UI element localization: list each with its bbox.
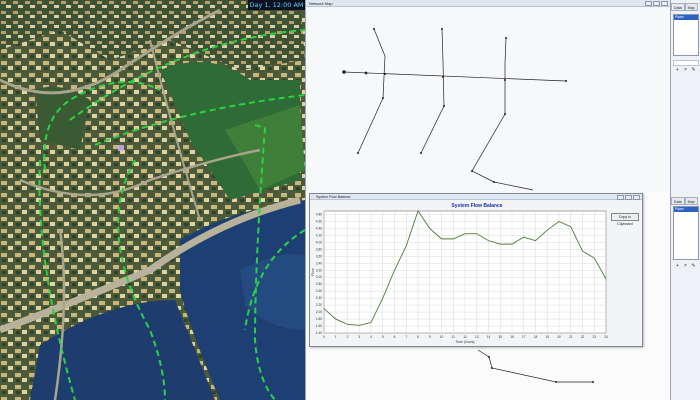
x-axis-label: Time (hours) — [455, 340, 474, 344]
junction-node — [382, 97, 384, 99]
junction-node — [471, 170, 473, 172]
copy-to-clipboard-button[interactable]: Copy to Clipboard — [611, 213, 639, 226]
add-icon[interactable]: + — [675, 264, 680, 269]
flow-balance-window[interactable]: System Flow Balance 0 1 2 3 4 5 6 7 8 9 10 11 12 13 14… — [309, 193, 643, 347]
x-tick-label: 22 — [581, 335, 585, 339]
junction-node — [373, 28, 375, 30]
y-tick-label: 4.00 — [316, 240, 322, 244]
y-tick-label: 2.60 — [316, 289, 322, 293]
y-tick-label: 3.40 — [316, 261, 322, 265]
y-axis-label: Flow — [311, 268, 315, 276]
browser-tabs: Data Map — [671, 3, 700, 11]
x-tick-label: 14 — [487, 335, 491, 339]
item-list[interactable] — [673, 60, 699, 66]
y-tick-label: 3.60 — [316, 254, 322, 258]
y-tick-label: 2.00 — [316, 310, 322, 314]
x-tick-label: 7 — [405, 335, 407, 339]
aerial-map[interactable]: Day 1, 12:00 AM — [0, 0, 305, 400]
x-tick-label: 8 — [417, 335, 419, 339]
x-tick-label: 1 — [335, 335, 337, 339]
delete-icon[interactable]: × — [683, 264, 688, 269]
x-tick-label: 6 — [394, 335, 396, 339]
y-tick-label: 4.40 — [316, 226, 322, 230]
x-tick-label: 10 — [440, 335, 444, 339]
y-tick-label: 3.80 — [316, 247, 322, 251]
network-map-window[interactable]: Network Map — [305, 0, 670, 192]
junction-node — [555, 381, 557, 383]
tab-data-lower[interactable]: Data — [671, 197, 685, 205]
junction-node — [504, 79, 506, 81]
tab-map-lower[interactable]: Map — [684, 197, 698, 205]
tab-data[interactable]: Data — [671, 3, 685, 11]
junction-node — [364, 71, 368, 75]
x-tick-label: 17 — [522, 335, 526, 339]
y-tick-label: 2.40 — [316, 296, 322, 300]
x-tick-label: 19 — [545, 335, 549, 339]
object-list[interactable]: Pipes — [673, 14, 699, 56]
y-tick-label: 1.60 — [316, 324, 322, 328]
flow-balance-chart: 0 1 2 3 4 5 6 7 8 9 10 11 12 13 14 15 16 17 18 19 20 21 22 23 24… — [311, 209, 608, 344]
junction-node — [357, 152, 359, 154]
junction-node — [493, 181, 495, 183]
y-tick-label: 4.80 — [316, 212, 322, 216]
x-tick-label: 18 — [534, 335, 538, 339]
junction-node — [505, 37, 507, 39]
reservoir-node — [342, 70, 346, 74]
tab-map[interactable]: Map — [684, 3, 698, 11]
junction-node — [491, 367, 493, 369]
x-tick-label: 12 — [463, 335, 467, 339]
aerial-map-image — [0, 0, 305, 400]
junction-node — [384, 73, 386, 75]
x-tick-label: 5 — [382, 335, 384, 339]
x-tick-label: 4 — [370, 335, 372, 339]
x-tick-label: 23 — [592, 335, 596, 339]
list-item[interactable] — [674, 220, 698, 224]
x-tick-label: 20 — [557, 335, 561, 339]
x-tick-label: 0 — [323, 335, 325, 339]
junction-node — [420, 152, 422, 154]
junction-node — [488, 356, 490, 358]
y-tick-label: 3.20 — [316, 268, 322, 272]
browser-tabs-lower: Data Map — [671, 197, 698, 205]
chart-title: System Flow Balance — [451, 203, 503, 209]
app-root: Day 1, 12:00 AM Network Map System Flow … — [0, 0, 700, 400]
y-tick-label: 1.80 — [316, 317, 322, 321]
x-tick-label: 13 — [475, 335, 479, 339]
list-item[interactable] — [674, 32, 698, 36]
junction-node — [565, 80, 567, 82]
y-tick-label: 2.80 — [316, 282, 322, 286]
y-tick-label: 1.40 — [316, 331, 322, 335]
network-map-canvas[interactable] — [306, 0, 671, 192]
junction-node — [441, 28, 443, 30]
add-icon[interactable]: + — [675, 68, 680, 73]
delete-icon[interactable]: × — [683, 68, 688, 73]
y-tick-label: 4.20 — [316, 233, 322, 237]
x-tick-label: 11 — [452, 335, 456, 339]
junction-node — [592, 381, 594, 383]
object-list-lower[interactable]: Pipes — [673, 206, 699, 260]
edit-icon[interactable]: ✎ — [691, 264, 696, 269]
x-tick-label: 21 — [569, 335, 573, 339]
browser-panel: Data Map Pipes + × ✎ Data Map Pipes + × … — [670, 0, 700, 400]
simulation-time-display: Day 1, 12:00 AM — [248, 0, 305, 10]
edit-icon[interactable]: ✎ — [691, 68, 696, 73]
x-tick-label: 9 — [429, 335, 431, 339]
junction-node — [442, 76, 444, 78]
x-tick-label: 2 — [347, 335, 349, 339]
y-tick-label: 2.20 — [316, 303, 322, 307]
y-tick-label: 4.60 — [316, 219, 322, 223]
x-tick-label: 16 — [510, 335, 514, 339]
junction-node — [443, 105, 445, 107]
x-tick-label: 24 — [604, 335, 608, 339]
y-tick-label: 3.00 — [316, 275, 322, 279]
x-tick-label: 3 — [358, 335, 360, 339]
junction-node — [504, 113, 506, 115]
x-tick-label: 15 — [498, 335, 502, 339]
